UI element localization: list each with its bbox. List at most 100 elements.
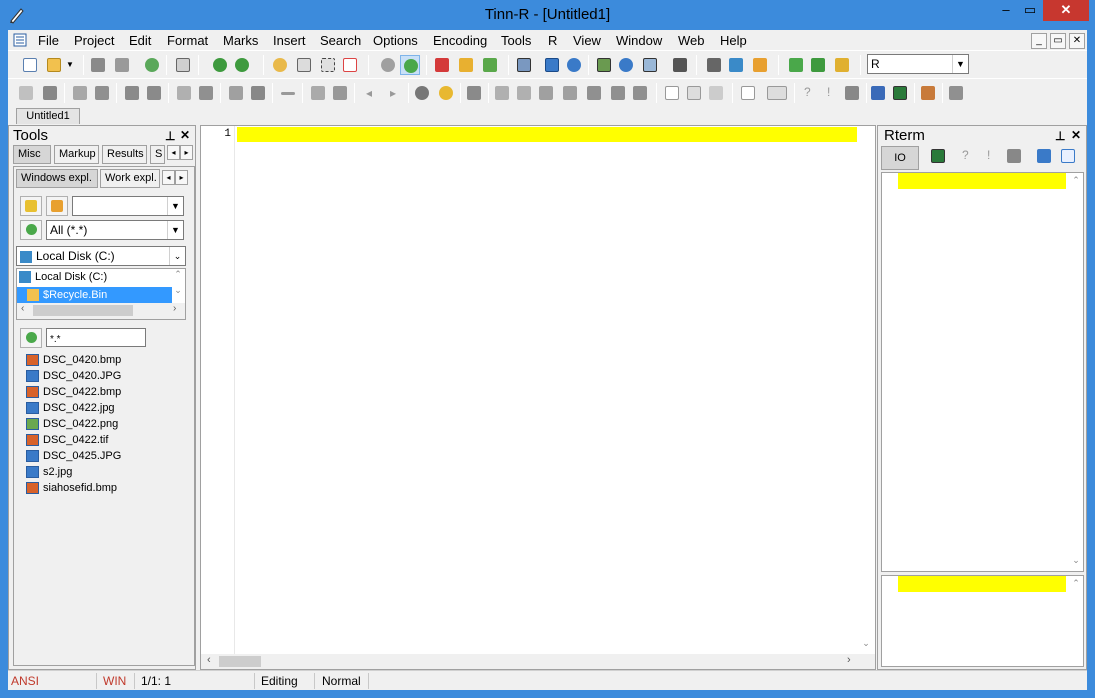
input-scroll-up-icon[interactable]: ⌃ — [1069, 578, 1083, 589]
chevron-down-icon[interactable]: ▼ — [952, 55, 968, 73]
r-prev-icon[interactable]: ◂ — [360, 83, 380, 103]
ruler-icon[interactable] — [594, 55, 614, 75]
r-lines2-icon[interactable] — [196, 83, 216, 103]
send-yellow-icon[interactable] — [832, 55, 852, 75]
mdi-restore-button[interactable]: ▭ — [1050, 33, 1066, 49]
scroll-right-icon[interactable]: › — [847, 654, 851, 666]
file-list-item[interactable]: s2.jpg — [26, 464, 72, 480]
rterm-scroll-up-icon[interactable]: ⌃ — [1069, 175, 1083, 186]
sync-icon[interactable] — [400, 55, 420, 75]
scroll-left-icon[interactable]: ‹ — [21, 303, 24, 314]
find-next-icon[interactable] — [294, 55, 314, 75]
monitor-icon[interactable] — [514, 55, 534, 75]
r-console-icon[interactable] — [890, 83, 910, 103]
menu-help[interactable]: Help — [720, 33, 747, 49]
scroll-thumb[interactable] — [33, 305, 133, 316]
split-icon[interactable] — [564, 55, 584, 75]
editor-pane[interactable]: 1 ⌄ ‹ › — [200, 125, 876, 670]
scroll-left-icon[interactable]: ‹ — [207, 654, 211, 666]
indent-icon[interactable] — [704, 55, 724, 75]
menu-r[interactable]: R — [548, 33, 557, 49]
r-dash-icon[interactable] — [278, 83, 298, 103]
chevron-down-icon[interactable]: ▼ — [167, 197, 183, 215]
rterm-warning-icon[interactable]: ! — [980, 146, 1000, 166]
r-pen-icon[interactable] — [608, 83, 628, 103]
r-clear-icon[interactable] — [738, 83, 758, 103]
close-button[interactable]: ✕ — [1043, 0, 1089, 21]
r-gear-icon[interactable] — [436, 83, 456, 103]
title-bar[interactable]: Tinn-R - [Untitled1] – ▭ ✕ — [0, 0, 1095, 30]
r-stop-sign-icon[interactable] — [764, 83, 790, 103]
menu-search[interactable]: Search — [320, 33, 361, 49]
new-file-icon[interactable] — [20, 55, 40, 75]
rterm-doc-icon[interactable] — [1058, 146, 1078, 166]
bookmark-yellow-icon[interactable] — [456, 55, 476, 75]
r-help-icon[interactable]: ? — [798, 83, 818, 103]
r-tool3-icon[interactable] — [536, 83, 556, 103]
r-tool5-icon[interactable] — [584, 83, 604, 103]
save-icon[interactable] — [88, 55, 108, 75]
menu-options[interactable]: Options — [373, 33, 418, 49]
tab-results[interactable]: Results — [102, 145, 147, 164]
bookmark-red-icon[interactable] — [432, 55, 452, 75]
menu-marks[interactable]: Marks — [223, 33, 258, 49]
mdi-close-button[interactable]: ✕ — [1069, 33, 1085, 49]
r-block2-icon[interactable] — [842, 83, 862, 103]
interpreter-select[interactable]: R ▼ — [867, 54, 969, 74]
subtab-next-icon[interactable]: ▸ — [175, 170, 188, 185]
r-tool2-icon[interactable] — [514, 83, 534, 103]
replace-icon[interactable] — [318, 55, 338, 75]
menu-project[interactable]: Project — [74, 33, 114, 49]
r-home-icon[interactable] — [918, 83, 938, 103]
r-scissors-icon[interactable] — [412, 83, 432, 103]
r-up-icon[interactable] — [308, 83, 328, 103]
tab-markup[interactable]: Markup — [54, 145, 99, 164]
mdi-minimize-button[interactable]: _ — [1031, 33, 1047, 49]
file-list-item[interactable]: DSC_0422.tif — [26, 432, 108, 448]
zoom-icon[interactable] — [640, 55, 660, 75]
undo-icon[interactable] — [210, 55, 230, 75]
r-copy2-icon[interactable] — [144, 83, 164, 103]
r-logo-icon[interactable] — [868, 83, 888, 103]
send-up-icon[interactable] — [808, 55, 828, 75]
remove-favorite-icon[interactable] — [46, 196, 68, 216]
r-copy-icon[interactable] — [122, 83, 142, 103]
folder-tree[interactable]: Local Disk (C:) $Recycle.Bin ⌃ ⌄ ‹ › — [16, 268, 186, 320]
clear-icon[interactable] — [340, 55, 360, 75]
r-chart-icon[interactable] — [684, 83, 704, 103]
favorites-select[interactable]: ▼ — [72, 196, 184, 216]
menu-edit[interactable]: Edit — [129, 33, 151, 49]
r-block-icon[interactable] — [226, 83, 246, 103]
rterm-block-icon[interactable] — [1004, 146, 1024, 166]
editor-hscrollbar[interactable]: ‹ › — [201, 654, 875, 669]
tree-scroll-down-icon[interactable]: ⌄ — [171, 285, 185, 296]
rterm-console-icon[interactable] — [928, 146, 948, 166]
file-list-item[interactable]: siahosefid.bmp — [26, 480, 117, 496]
send-green-icon[interactable] — [786, 55, 806, 75]
menu-file[interactable]: File — [38, 33, 59, 49]
menu-encoding[interactable]: Encoding — [433, 33, 487, 49]
pin-icon[interactable]: ⊥ — [1055, 129, 1065, 143]
current-line-highlight[interactable] — [237, 127, 857, 142]
tree-scroll-up-icon[interactable]: ⌃ — [171, 269, 185, 280]
tab-next-icon[interactable]: ▸ — [180, 145, 193, 160]
editor-scroll-down-icon[interactable]: ⌄ — [859, 638, 873, 649]
tree-item-drive[interactable]: Local Disk (C:) — [19, 271, 107, 284]
menu-window[interactable]: Window — [616, 33, 662, 49]
rterm-edit-icon[interactable] — [1034, 146, 1054, 166]
r-doc2-icon[interactable] — [40, 83, 60, 103]
r-tool4-icon[interactable] — [560, 83, 580, 103]
scroll-thumb[interactable] — [219, 656, 261, 667]
r-lines-icon[interactable] — [174, 83, 194, 103]
file-filter-input[interactable]: *.* — [46, 328, 146, 347]
r-square-icon[interactable] — [330, 83, 350, 103]
save-all-icon[interactable] — [112, 55, 132, 75]
r-tag-icon[interactable] — [464, 83, 484, 103]
r-link-icon[interactable] — [946, 83, 966, 103]
file-list-item[interactable]: DSC_0422.png — [26, 416, 118, 432]
filter-select[interactable]: All (*.*) ▼ — [46, 220, 184, 240]
menu-tools[interactable]: Tools — [501, 33, 531, 49]
menu-insert[interactable]: Insert — [273, 33, 306, 49]
print-icon[interactable] — [173, 55, 193, 75]
close-tools-icon[interactable]: ✕ — [180, 128, 190, 142]
